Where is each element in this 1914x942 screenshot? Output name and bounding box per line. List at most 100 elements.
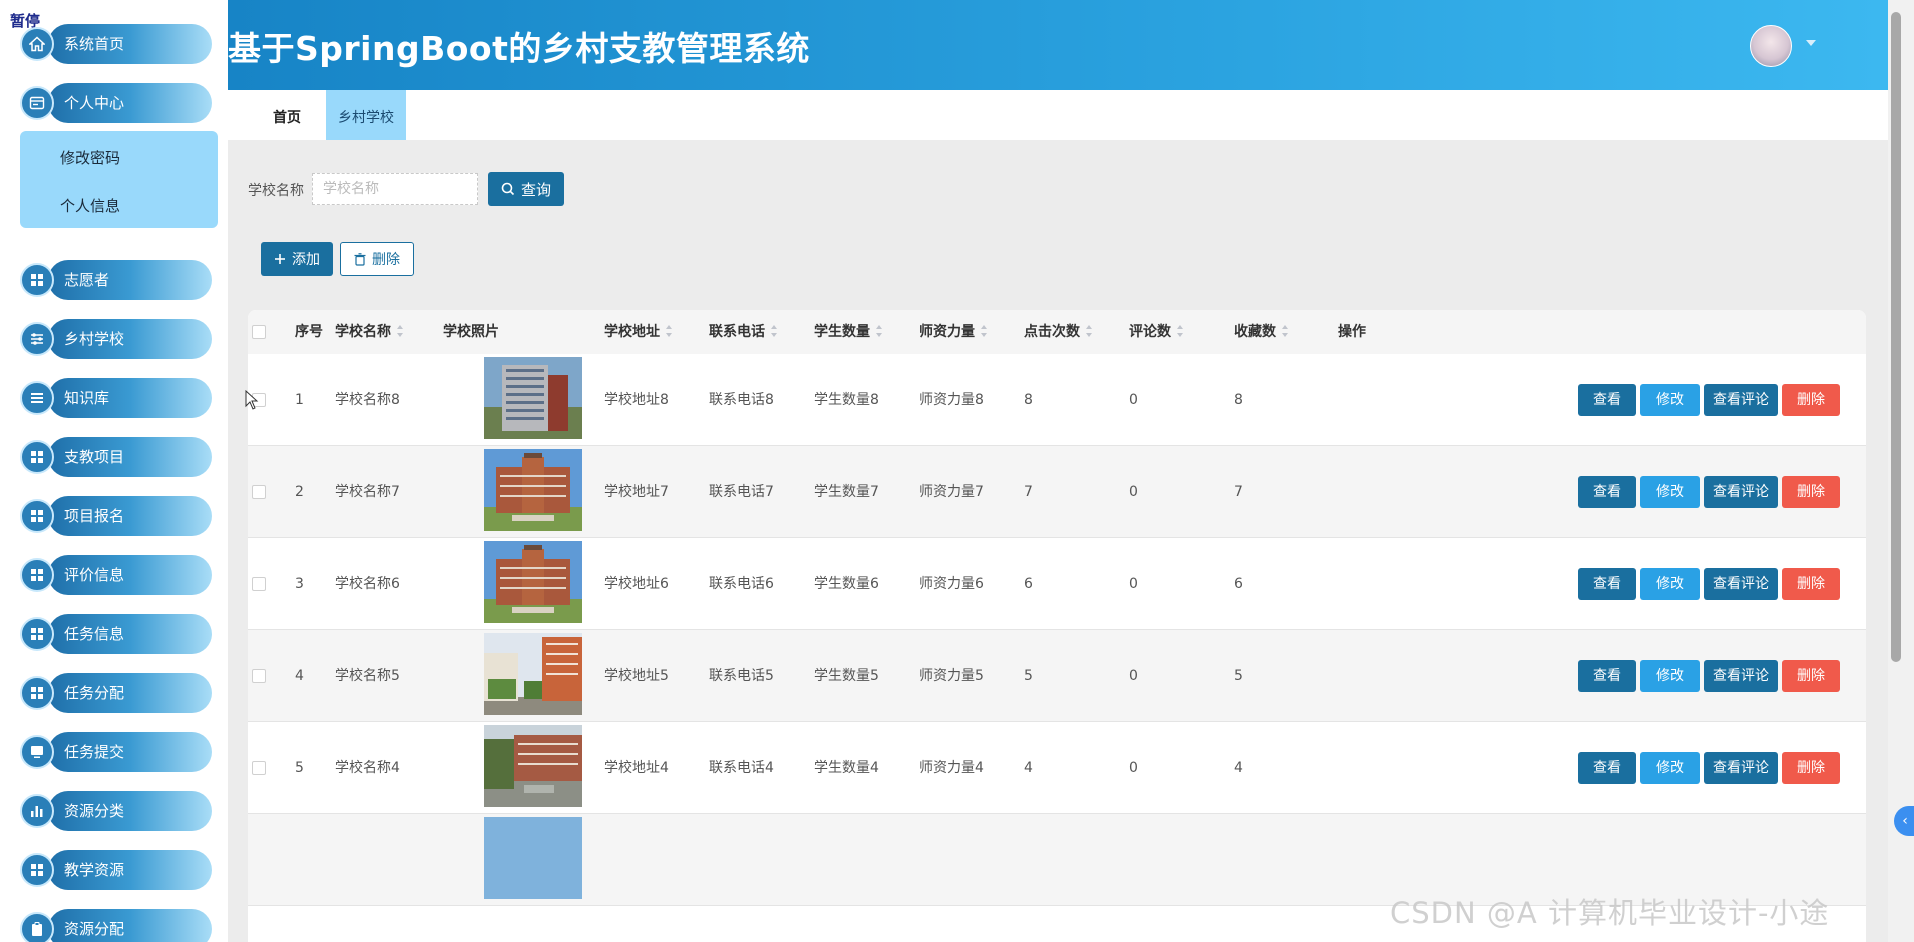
sort-icon[interactable] bbox=[981, 325, 988, 337]
view-comments-button[interactable]: 查看评论 bbox=[1704, 568, 1778, 600]
sort-icon[interactable] bbox=[1282, 325, 1289, 337]
delete-button[interactable]: 删除 bbox=[1782, 384, 1840, 416]
column-header-label: 学校名称 bbox=[335, 324, 391, 340]
sidebar-item-teaching-resources[interactable]: 教学资源 bbox=[20, 850, 212, 890]
sidebar-item-project-signup[interactable]: 项目报名 bbox=[20, 496, 212, 536]
app-title: 基于SpringBoot的乡村支教管理系统 bbox=[228, 29, 810, 68]
edit-button[interactable]: 修改 bbox=[1640, 384, 1700, 416]
column-header-students[interactable]: 学生数量 bbox=[814, 310, 883, 354]
submenu-item-change-password[interactable]: 修改密码 bbox=[60, 147, 120, 168]
main-content: 学校名称 查询 添加 删除 序号 学校名称 学校照片 学校地址 联系电话 学生数… bbox=[228, 140, 1888, 942]
cell-address: 学校地址7 bbox=[604, 484, 669, 500]
search-label: 学校名称 bbox=[248, 183, 304, 199]
view-comments-button[interactable]: 查看评论 bbox=[1704, 384, 1778, 416]
cell-school-name: 学校名称5 bbox=[335, 668, 400, 684]
search-button[interactable]: 查询 bbox=[488, 172, 564, 206]
school-name-search-input[interactable] bbox=[312, 173, 478, 205]
cell-index: 3 bbox=[295, 576, 304, 592]
scrollbar-thumb[interactable] bbox=[1891, 12, 1901, 662]
column-header-teachers[interactable]: 师资力量 bbox=[919, 310, 988, 354]
school-photo bbox=[484, 725, 582, 807]
avatar[interactable] bbox=[1750, 25, 1792, 67]
view-button[interactable]: 查看 bbox=[1578, 384, 1636, 416]
column-header-school-photo: 学校照片 bbox=[443, 324, 499, 340]
sidebar-item-resource-categories[interactable]: 资源分类 bbox=[20, 791, 212, 831]
sidebar-item-label: 任务提交 bbox=[64, 743, 125, 761]
sort-icon[interactable] bbox=[1177, 325, 1184, 337]
grid-icon bbox=[20, 499, 54, 533]
chevron-down-icon[interactable] bbox=[1806, 40, 1816, 46]
tab-home[interactable]: 首页 bbox=[261, 90, 313, 140]
view-button[interactable]: 查看 bbox=[1578, 752, 1636, 784]
cell-favorites: 7 bbox=[1234, 484, 1243, 500]
column-header-index: 序号 bbox=[295, 324, 323, 340]
sidebar-item-resource-allocation[interactable]: 资源分配 bbox=[20, 909, 212, 942]
sidebar-item-task-assignment[interactable]: 任务分配 bbox=[20, 673, 212, 713]
sidebar-item-volunteers[interactable]: 志愿者 bbox=[20, 260, 212, 300]
row-checkbox[interactable] bbox=[252, 669, 266, 683]
edit-button[interactable]: 修改 bbox=[1640, 752, 1700, 784]
row-checkbox[interactable] bbox=[252, 761, 266, 775]
sidebar-item-evaluations[interactable]: 评价信息 bbox=[20, 555, 212, 595]
cell-comments: 0 bbox=[1129, 576, 1138, 592]
select-all-checkbox[interactable] bbox=[252, 325, 266, 339]
view-button[interactable]: 查看 bbox=[1578, 568, 1636, 600]
view-comments-button[interactable]: 查看评论 bbox=[1704, 752, 1778, 784]
cell-index: 1 bbox=[295, 392, 304, 408]
column-header-clicks[interactable]: 点击次数 bbox=[1024, 310, 1093, 354]
cell-school-name: 学校名称8 bbox=[335, 392, 400, 408]
delete-button[interactable]: 删除 bbox=[1782, 660, 1840, 692]
edit-button[interactable]: 修改 bbox=[1640, 476, 1700, 508]
row-checkbox[interactable] bbox=[252, 577, 266, 591]
table-row: 2 学校名称7 学校地址7 联系电话7 学生数量7 师资力量7 7 0 7 查看… bbox=[248, 446, 1866, 538]
card-icon bbox=[20, 86, 54, 120]
sidebar-item-label: 项目报名 bbox=[64, 507, 125, 525]
sort-icon[interactable] bbox=[397, 325, 404, 337]
cell-teachers: 师资力量8 bbox=[919, 392, 984, 408]
sidebar-item-rural-schools[interactable]: 乡村学校 bbox=[20, 319, 212, 359]
delete-button[interactable]: 删除 bbox=[1782, 568, 1840, 600]
column-header-comments[interactable]: 评论数 bbox=[1129, 310, 1184, 354]
clipboard-icon bbox=[20, 912, 54, 942]
edit-button[interactable]: 修改 bbox=[1640, 660, 1700, 692]
submenu-item-personal-info[interactable]: 个人信息 bbox=[60, 195, 120, 216]
sort-icon[interactable] bbox=[876, 325, 883, 337]
sidebar-item-task-info[interactable]: 任务信息 bbox=[20, 614, 212, 654]
sidebar-item-knowledge-base[interactable]: 知识库 bbox=[20, 378, 212, 418]
sidebar-item-home[interactable]: 系统首页 bbox=[20, 24, 212, 64]
batch-delete-button[interactable]: 删除 bbox=[340, 242, 414, 276]
sort-icon[interactable] bbox=[771, 325, 778, 337]
sidebar-item-label: 系统首页 bbox=[64, 35, 125, 53]
view-button[interactable]: 查看 bbox=[1578, 660, 1636, 692]
sidebar-item-label: 评价信息 bbox=[64, 566, 125, 584]
tab-rural-schools[interactable]: 乡村学校 bbox=[326, 90, 406, 140]
school-photo bbox=[484, 357, 582, 439]
sidebar: 暂停 系统首页 个人中心 修改密码 个人信息 志愿者 乡村学校 知识库 支教项目… bbox=[0, 0, 228, 942]
sidebar-item-personal-center[interactable]: 个人中心 bbox=[20, 83, 212, 123]
column-header-school-name[interactable]: 学校名称 bbox=[335, 310, 404, 354]
delete-button[interactable]: 删除 bbox=[1782, 752, 1840, 784]
view-comments-button[interactable]: 查看评论 bbox=[1704, 660, 1778, 692]
row-checkbox[interactable] bbox=[252, 485, 266, 499]
sidebar-item-label: 支教项目 bbox=[64, 448, 125, 466]
cell-school-name: 学校名称4 bbox=[335, 760, 400, 776]
cell-teachers: 师资力量4 bbox=[919, 760, 984, 776]
column-header-address[interactable]: 学校地址 bbox=[604, 310, 673, 354]
view-button[interactable]: 查看 bbox=[1578, 476, 1636, 508]
column-header-operations: 操作 bbox=[1338, 324, 1366, 340]
cell-school-name: 学校名称7 bbox=[335, 484, 400, 500]
sort-icon[interactable] bbox=[666, 325, 673, 337]
cell-address: 学校地址8 bbox=[604, 392, 669, 408]
sidebar-item-teaching-projects[interactable]: 支教项目 bbox=[20, 437, 212, 477]
sort-icon[interactable] bbox=[1086, 325, 1093, 337]
edit-button[interactable]: 修改 bbox=[1640, 568, 1700, 600]
column-header-favorites[interactable]: 收藏数 bbox=[1234, 310, 1289, 354]
delete-button[interactable]: 删除 bbox=[1782, 476, 1840, 508]
column-header-phone[interactable]: 联系电话 bbox=[709, 310, 778, 354]
home-icon bbox=[20, 27, 54, 61]
view-comments-button[interactable]: 查看评论 bbox=[1704, 476, 1778, 508]
top-header: 基于SpringBoot的乡村支教管理系统 bbox=[228, 0, 1888, 90]
sidebar-item-task-submission[interactable]: 任务提交 bbox=[20, 732, 212, 772]
add-button[interactable]: 添加 bbox=[261, 242, 333, 276]
trash-icon bbox=[354, 252, 366, 266]
